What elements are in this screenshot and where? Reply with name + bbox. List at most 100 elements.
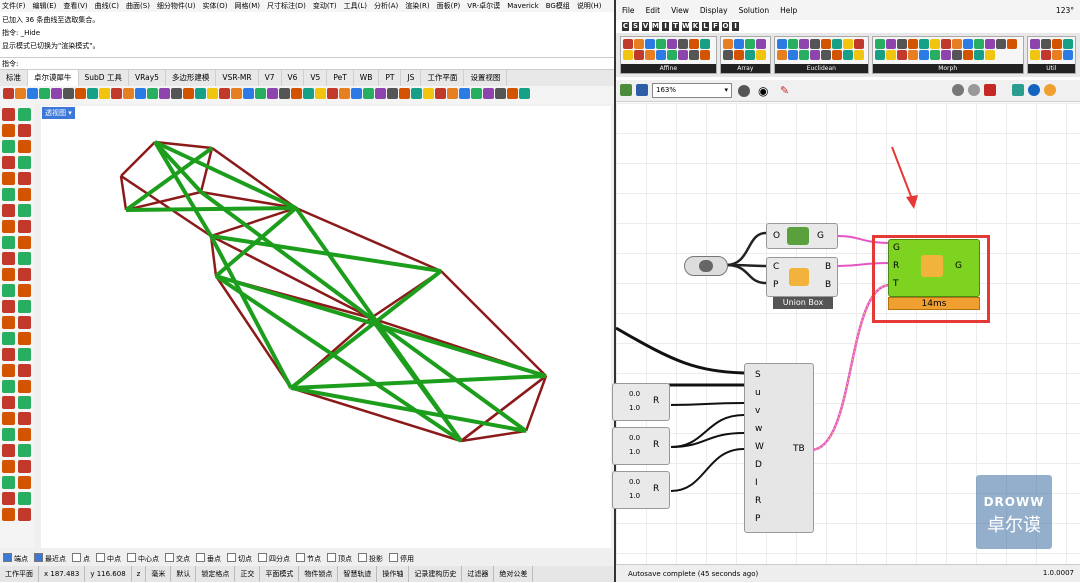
gh-component-icon[interactable]	[951, 39, 962, 49]
side-tool-icon[interactable]	[18, 252, 31, 265]
side-tool-icon[interactable]	[2, 316, 15, 329]
gh-component-icon[interactable]	[874, 50, 885, 60]
side-tool-icon[interactable]	[2, 204, 15, 217]
side-tool-icon[interactable]	[18, 140, 31, 153]
gh-component-icon[interactable]	[623, 50, 633, 60]
osnap-toggle[interactable]: 中点	[96, 553, 121, 565]
gh-component-icon[interactable]	[1051, 50, 1062, 60]
side-tool-icon[interactable]	[2, 172, 15, 185]
rhino-tab[interactable]: JS	[401, 70, 422, 86]
gh-component-icon[interactable]	[656, 50, 666, 60]
rhino-menu-item[interactable]: 说明(H)	[577, 0, 602, 12]
gh-component-icon[interactable]	[843, 50, 853, 60]
side-tool-icon[interactable]	[2, 508, 15, 521]
preview-shaded-icon[interactable]	[968, 84, 980, 96]
tb-input-port[interactable]: D	[755, 460, 762, 470]
gh-tab[interactable]: I	[732, 22, 739, 31]
rhino-tab[interactable]: V6	[282, 70, 305, 86]
tb-input-port[interactable]: w	[755, 424, 762, 434]
gh-component-icon[interactable]	[896, 50, 907, 60]
output-b1[interactable]: B	[825, 262, 831, 272]
toolbar-tool-icon[interactable]	[339, 88, 350, 99]
gh-component-icon[interactable]	[777, 50, 787, 60]
side-tool-icon[interactable]	[18, 108, 31, 121]
gh-component-icon[interactable]	[951, 50, 962, 60]
side-tool-icon[interactable]	[2, 476, 15, 489]
status-cell[interactable]: 锁定格点	[196, 566, 236, 582]
globe-icon[interactable]	[1028, 84, 1040, 96]
status-cell[interactable]: y 116.608	[85, 566, 132, 582]
rhino-menu-item[interactable]: 实体(O)	[203, 0, 228, 12]
tb-input-port[interactable]: u	[755, 388, 761, 398]
toolbar-tool-icon[interactable]	[483, 88, 494, 99]
slider-output[interactable]: R	[653, 484, 659, 494]
toolbar-tool-icon[interactable]	[63, 88, 74, 99]
gh-tab[interactable]: F	[712, 22, 719, 31]
gh-component-icon[interactable]	[810, 39, 820, 49]
side-tool-icon[interactable]	[18, 204, 31, 217]
toolbar-tool-icon[interactable]	[351, 88, 362, 99]
toolbar-tool-icon[interactable]	[291, 88, 302, 99]
osnap-toggle[interactable]: 垂点	[196, 553, 221, 565]
side-tool-icon[interactable]	[18, 380, 31, 393]
number-slider[interactable]: 0.0 1.0 R	[612, 383, 670, 421]
side-tool-icon[interactable]	[2, 412, 15, 425]
gh-component-icon[interactable]	[634, 39, 644, 49]
slider-output[interactable]: R	[653, 440, 659, 450]
bounding-component[interactable]: O G	[766, 223, 838, 249]
gh-component-icon[interactable]	[645, 39, 655, 49]
preview-selected-icon[interactable]	[984, 84, 996, 96]
input-t[interactable]: T	[893, 279, 899, 289]
rhino-menu-item[interactable]: 分析(A)	[374, 0, 398, 12]
rhino-tab[interactable]: 卓尔谟犀牛	[28, 70, 79, 86]
gh-component-icon[interactable]	[962, 39, 973, 49]
toolbar-tool-icon[interactable]	[135, 88, 146, 99]
gh-component-icon[interactable]	[843, 39, 853, 49]
side-tool-icon[interactable]	[18, 364, 31, 377]
osnap-toggle[interactable]: 最近点	[34, 553, 66, 565]
gh-component-icon[interactable]	[874, 39, 885, 49]
gh-component-icon[interactable]	[700, 39, 710, 49]
side-tool-icon[interactable]	[2, 348, 15, 361]
toolbar-tool-icon[interactable]	[315, 88, 326, 99]
osnap-toggle[interactable]: 点	[72, 553, 90, 565]
gh-component-icon[interactable]	[1062, 50, 1073, 60]
toolbar-tool-icon[interactable]	[123, 88, 134, 99]
side-tool-icon[interactable]	[18, 156, 31, 169]
gh-component-icon[interactable]	[854, 39, 864, 49]
rhino-menu-item[interactable]: BG模组	[546, 0, 570, 12]
toolbar-tool-icon[interactable]	[111, 88, 122, 99]
gh-component-icon[interactable]	[907, 39, 918, 49]
gh-tab[interactable]: T	[672, 22, 679, 31]
gh-component-icon[interactable]	[973, 39, 984, 49]
gh-component-icon[interactable]	[788, 50, 798, 60]
toolbar-tool-icon[interactable]	[15, 88, 26, 99]
gh-component-icon[interactable]	[929, 50, 940, 60]
gh-component-icon[interactable]	[885, 39, 896, 49]
command-prompt[interactable]: 指令:	[0, 58, 614, 70]
gh-tab[interactable]: V	[642, 22, 649, 31]
toolbar-tool-icon[interactable]	[507, 88, 518, 99]
osnap-toggle[interactable]: 中心点	[127, 553, 159, 565]
rhino-menu-item[interactable]: 变动(T)	[313, 0, 337, 12]
side-tool-icon[interactable]	[2, 156, 15, 169]
gh-component-icon[interactable]	[667, 50, 677, 60]
gh-menu-item[interactable]: Solution	[739, 0, 770, 20]
preview-eye-icon[interactable]: ◉	[758, 85, 774, 97]
gh-menu-item[interactable]: File	[622, 0, 635, 20]
side-tool-icon[interactable]	[18, 476, 31, 489]
output-g[interactable]: G	[817, 231, 824, 241]
side-tool-icon[interactable]	[2, 284, 15, 297]
side-tool-icon[interactable]	[2, 252, 15, 265]
rhino-tab[interactable]: PeT	[327, 70, 354, 86]
toolbar-tool-icon[interactable]	[183, 88, 194, 99]
toolbar-tool-icon[interactable]	[87, 88, 98, 99]
pen-icon[interactable]: ✎	[780, 85, 792, 97]
side-tool-icon[interactable]	[18, 300, 31, 313]
gh-component-icon[interactable]	[940, 50, 951, 60]
gh-component-icon[interactable]	[799, 50, 809, 60]
gh-component-icon[interactable]	[689, 50, 699, 60]
toolbar-tool-icon[interactable]	[447, 88, 458, 99]
gh-component-icon[interactable]	[1062, 39, 1073, 49]
toolbar-tool-icon[interactable]	[471, 88, 482, 99]
